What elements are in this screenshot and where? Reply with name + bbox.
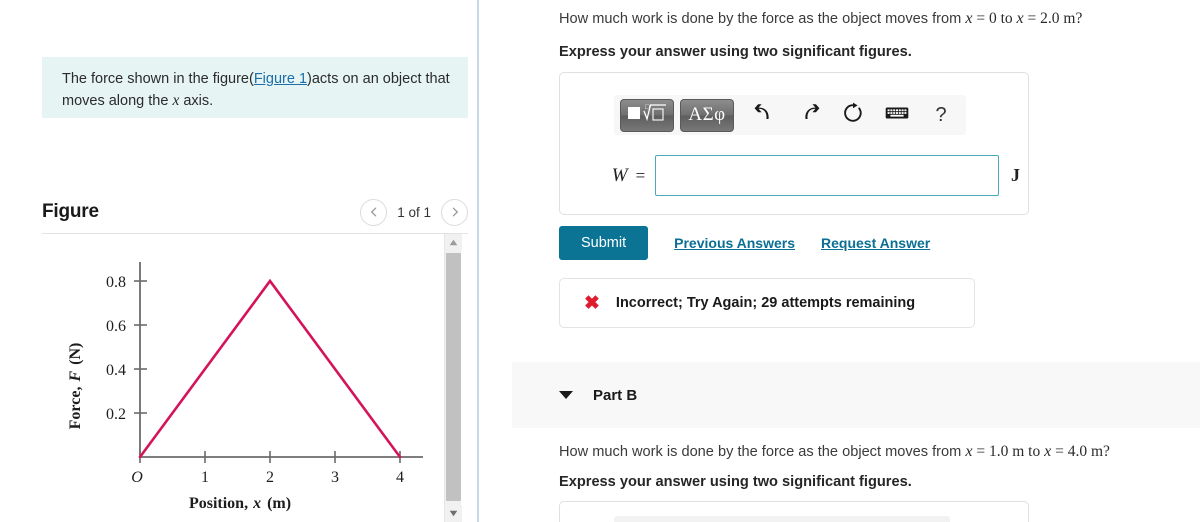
figure-prev-button[interactable]: [360, 198, 388, 226]
answer-unit-label: J: [1011, 165, 1020, 185]
svg-text:Position,x(m): Position, x (m): [189, 495, 291, 512]
figure-pager: 1 of 1: [360, 198, 468, 226]
chevron-left-icon: [368, 206, 380, 218]
math-template-button[interactable]: □: [620, 98, 674, 132]
part-b-label: Part B: [593, 386, 638, 404]
x-tick-label-3: 3: [331, 469, 339, 486]
greek-symbols-button[interactable]: ΑΣφ: [680, 98, 734, 132]
figure-panel: The force shown in the figure(Figure 1)a…: [0, 0, 478, 522]
help-button[interactable]: ?: [922, 99, 960, 132]
caret-down-icon[interactable]: [559, 391, 573, 399]
part-a-instruction: Express your answer using two significan…: [559, 44, 912, 60]
math-toolbar: □ ΑΣφ ?: [614, 95, 966, 135]
part-a-question-before: How much work is done by the force as th…: [559, 11, 966, 27]
y-tick-label-2: 0.4: [106, 362, 126, 379]
chevron-right-icon: [449, 206, 461, 218]
svg-text:Force,F(N): Force,F(N): [67, 343, 84, 430]
reset-circle-arrow-icon: [842, 102, 864, 129]
submit-button[interactable]: Submit: [559, 226, 649, 260]
prompt-text-before: The force shown in the figure(: [62, 71, 254, 87]
answer-input-row: W = J: [580, 155, 1020, 196]
template-icon: □: [626, 102, 668, 129]
y-tick-labels: 0.8 0.6 0.4 0.2: [106, 274, 126, 423]
y-tick-label-1: 0.2: [106, 406, 126, 423]
scroll-up-arrow-icon[interactable]: [445, 234, 462, 251]
figure-title: Figure: [42, 201, 99, 222]
help-icon: ?: [935, 103, 947, 126]
part-a-answer-box: □ ΑΣφ ? W = J: [559, 72, 1029, 215]
redo-button[interactable]: [790, 99, 828, 132]
keyboard-icon: [885, 105, 909, 126]
answer-input[interactable]: [655, 155, 999, 196]
part-b-question: How much work is done by the force as th…: [559, 443, 1110, 461]
part-a-mid-1: = 0 to: [972, 10, 1017, 27]
chart-svg: 0.8 0.6 0.4 0.2 O 1 2 3 4 Position, x (m…: [67, 262, 423, 512]
part-b-answer-box: [559, 501, 1029, 522]
part-b-end: = 4.0 m?: [1051, 443, 1110, 460]
request-answer-link[interactable]: Request Answer: [821, 235, 930, 251]
x-mark-icon: ✖: [584, 292, 600, 314]
part-b-question-before: How much work is done by the force as th…: [559, 444, 966, 460]
part-a-var-2: x: [1016, 10, 1024, 27]
undo-arrow-icon: [754, 103, 776, 128]
feedback-banner: ✖ Incorrect; Try Again; 29 attempts rema…: [559, 278, 975, 328]
x-tick-label-0: O: [131, 469, 143, 486]
answer-equals-sign: =: [635, 165, 646, 185]
part-b-mid-1: = 1.0 m to: [972, 443, 1045, 460]
y-tick-label-3: 0.6: [106, 318, 126, 335]
feedback-text: Incorrect; Try Again; 29 attempts remain…: [615, 295, 916, 311]
question-panel: How much work is done by the force as th…: [479, 0, 1200, 522]
part-a-actions: Submit Previous Answers Request Answer: [559, 226, 930, 260]
prompt-text-end: axis.: [179, 92, 214, 109]
x-tick-label-1: 1: [201, 469, 209, 486]
figure-header: Figure 1 of 1: [42, 192, 468, 232]
scrollbar-thumb[interactable]: [446, 253, 461, 501]
x-tick-labels: O 1 2 3 4: [131, 469, 404, 486]
x-tick-label-4: 4: [396, 469, 404, 486]
undo-button[interactable]: [746, 99, 784, 132]
previous-answers-link[interactable]: Previous Answers: [674, 235, 795, 251]
part-a-end: = 2.0 m?: [1023, 10, 1083, 27]
page-root: The force shown in the figure(Figure 1)a…: [0, 0, 1200, 522]
x-tick-label-2: 2: [266, 469, 274, 486]
figure-next-button[interactable]: [441, 198, 468, 226]
answer-variable-label: W: [611, 164, 628, 186]
problem-statement: The force shown in the figure(Figure 1)a…: [42, 57, 468, 118]
scroll-down-arrow-icon[interactable]: [445, 505, 462, 522]
figure-page-label: 1 of 1: [397, 204, 431, 220]
force-position-chart: 0.8 0.6 0.4 0.2 O 1 2 3 4 Position, x (m…: [48, 250, 438, 515]
reset-button[interactable]: [834, 99, 872, 132]
y-axis-title: Force,F(N): [67, 343, 84, 430]
figure-divider: [42, 233, 468, 234]
part-a-question: How much work is done by the force as th…: [559, 10, 1082, 28]
part-b-math-toolbar[interactable]: [614, 516, 950, 522]
x-axis-title: Position, x (m): [189, 495, 291, 512]
greek-symbols-label: ΑΣφ: [688, 104, 726, 125]
figure-scrollbar[interactable]: [444, 234, 462, 522]
y-tick-label-4: 0.8: [106, 274, 126, 291]
part-b-instruction: Express your answer using two significan…: [559, 474, 912, 490]
part-b-header[interactable]: Part B: [512, 362, 1200, 428]
figure-1-link[interactable]: Figure 1: [254, 71, 307, 87]
problem-statement-text: The force shown in the figure(Figure 1)a…: [62, 69, 450, 112]
keyboard-button[interactable]: [878, 99, 916, 132]
force-series-line: [138, 278, 402, 459]
redo-arrow-icon: [798, 103, 820, 128]
